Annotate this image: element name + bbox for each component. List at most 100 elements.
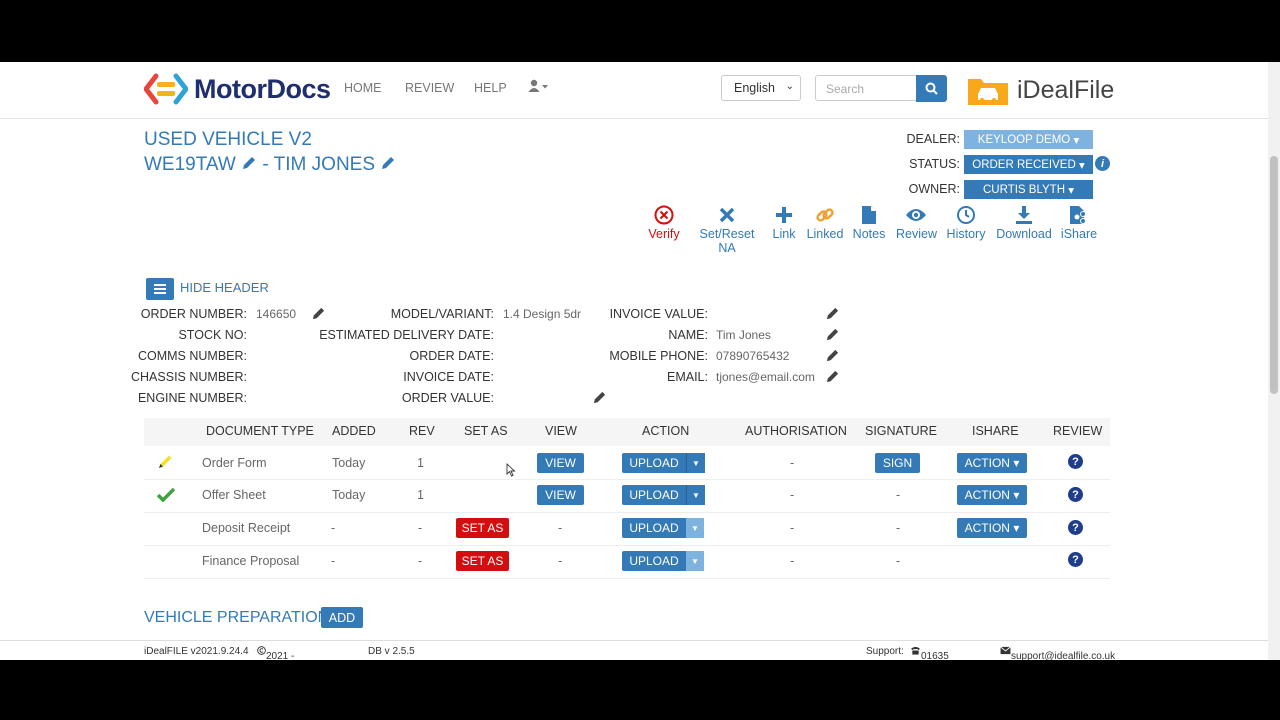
owner-dropdown[interactable]: CURTIS BLYTH ▾ (964, 180, 1093, 199)
th-signature: SIGNATURE (865, 424, 937, 438)
upload-button[interactable]: UPLOAD (622, 485, 686, 505)
upload-button[interactable]: UPLOAD (622, 518, 686, 538)
edit-order-value-icon[interactable] (592, 390, 607, 405)
set-as-button[interactable]: SET AS (456, 551, 509, 571)
linked-label: Linked (806, 227, 844, 241)
set-as-button[interactable]: SET AS (456, 518, 509, 538)
set-reset-na-label: Set/Reset NA (699, 227, 755, 255)
doc-name[interactable]: Offer Sheet (202, 488, 266, 502)
dealer-label: DEALER: (906, 132, 961, 146)
invoice-date-label: INVOICE DATE: (403, 370, 494, 384)
th-authorisation: AUTHORISATION (745, 424, 847, 438)
order-number-value: 146650 (256, 307, 297, 321)
upload-dropdown-toggle[interactable]: ▼ (686, 485, 705, 505)
doc-rev: 1 (417, 456, 424, 470)
doc-added: - (331, 554, 336, 568)
edit-email-icon[interactable] (825, 369, 840, 384)
review-action[interactable]: Review (896, 204, 937, 241)
name-label: NAME: (668, 328, 708, 342)
edit-invoice-value-icon[interactable] (825, 306, 840, 321)
status-info-icon[interactable]: i (1095, 156, 1110, 171)
doc-name[interactable]: Finance Proposal (202, 554, 299, 568)
estimated-delivery-label: ESTIMATED DELIVERY DATE: (319, 328, 494, 342)
mobile-phone-label: MOBILE PHONE: (609, 349, 708, 363)
mobile-phone-value: 07890765432 (716, 349, 790, 363)
edit-reg-icon[interactable] (241, 155, 257, 171)
doc-signature: - (896, 488, 901, 502)
doc-authorisation: - (790, 521, 795, 535)
sign-button[interactable]: SIGN (875, 453, 920, 473)
link-label: Link (772, 227, 796, 241)
nav-home[interactable]: HOME (344, 81, 382, 95)
add-button[interactable]: ADD (321, 607, 363, 628)
doc-signature: - (896, 521, 901, 535)
link-action[interactable]: Link (772, 204, 796, 241)
footer-email[interactable]: support@idealfile.co.uk (1000, 646, 1115, 660)
review-help-icon[interactable]: ? (1068, 552, 1083, 567)
hide-header-label[interactable]: HIDE HEADER (180, 280, 269, 295)
engine-number-label: ENGINE NUMBER: (137, 391, 247, 405)
footer-support-label: Support: (866, 646, 904, 657)
review-help-icon[interactable]: ? (1068, 520, 1083, 535)
notes-label: Notes (852, 227, 886, 241)
nav-review[interactable]: REVIEW (405, 81, 454, 95)
plus-icon (776, 207, 792, 223)
review-help-icon[interactable]: ? (1068, 454, 1083, 469)
notes-action[interactable]: Notes (852, 204, 886, 241)
doc-name[interactable]: Order Form (202, 456, 267, 470)
hide-header-button[interactable] (146, 278, 174, 300)
search-input[interactable]: Search (815, 75, 916, 101)
footer-copyright-text: 2021 - MDS Limited (266, 651, 295, 660)
nav-help[interactable]: HELP (474, 81, 507, 95)
model-variant-label: MODEL/VARIANT: (390, 307, 494, 321)
search-button[interactable] (916, 75, 947, 102)
set-reset-na-action[interactable]: Set/Reset NA (690, 204, 764, 255)
edit-order-number-icon[interactable] (311, 306, 326, 321)
upload-dropdown-toggle[interactable]: ▼ (686, 453, 705, 473)
review-help-icon[interactable]: ? (1068, 487, 1083, 502)
doc-authorisation: - (790, 488, 795, 502)
doc-rev: - (418, 521, 423, 535)
motordocs-logo[interactable]: MotorDocs (144, 72, 331, 106)
status-dropdown[interactable]: ORDER RECEIVED ▾ (964, 155, 1093, 174)
check-icon (157, 487, 175, 502)
view-button[interactable]: VIEW (537, 453, 584, 473)
ishare-action-button[interactable]: ACTION ▾ (957, 485, 1027, 505)
ishare-action[interactable]: iShare (1060, 204, 1098, 241)
doc-added: - (331, 521, 336, 535)
footer: iDealFILE v2021.9.24.4 2021 - MDS Limite… (0, 640, 1268, 660)
scrollbar-thumb[interactable] (1270, 156, 1278, 394)
upload-button[interactable]: UPLOAD (622, 453, 686, 473)
owner-value: CURTIS BLYTH (983, 183, 1066, 196)
user-menu[interactable] (528, 79, 548, 96)
th-set-as: SET AS (464, 424, 508, 438)
page-scrollbar[interactable] (1268, 62, 1280, 660)
search-icon (925, 82, 938, 95)
verify-action[interactable]: Verify (646, 204, 682, 241)
order-value-label: ORDER VALUE: (401, 391, 494, 405)
upload-dropdown-toggle[interactable]: ▼ (686, 551, 704, 571)
folder-car-icon (968, 79, 1008, 105)
footer-phone-number: 01635 905987 (921, 651, 949, 660)
ishare-action-button[interactable]: ACTION ▾ (957, 453, 1027, 473)
edit-customer-icon[interactable] (380, 155, 396, 171)
vehicle-subtitle: WE19TAW - TIM JONES (144, 154, 396, 176)
th-added: ADDED (332, 424, 376, 438)
upload-dropdown-toggle[interactable]: ▼ (686, 518, 704, 538)
linked-action[interactable]: Linked (806, 204, 844, 241)
ishare-action-button[interactable]: ACTION ▾ (957, 518, 1027, 538)
language-select[interactable]: English ⌄ (721, 75, 801, 101)
history-action[interactable]: History (944, 204, 988, 241)
doc-name[interactable]: Deposit Receipt (202, 521, 290, 535)
edit-name-icon[interactable] (825, 327, 840, 342)
share-file-icon (1070, 206, 1086, 224)
download-label: Download (996, 227, 1052, 241)
upload-button[interactable]: UPLOAD (622, 551, 686, 571)
ishare-action-label: ACTION (964, 488, 1010, 502)
dealer-dropdown[interactable]: KEYLOOP DEMO ▾ (964, 130, 1093, 149)
clock-icon (957, 206, 975, 224)
edit-mobile-icon[interactable] (825, 348, 840, 363)
download-action[interactable]: Download (996, 204, 1052, 241)
close-x-icon (719, 207, 735, 223)
view-button[interactable]: VIEW (537, 485, 584, 505)
